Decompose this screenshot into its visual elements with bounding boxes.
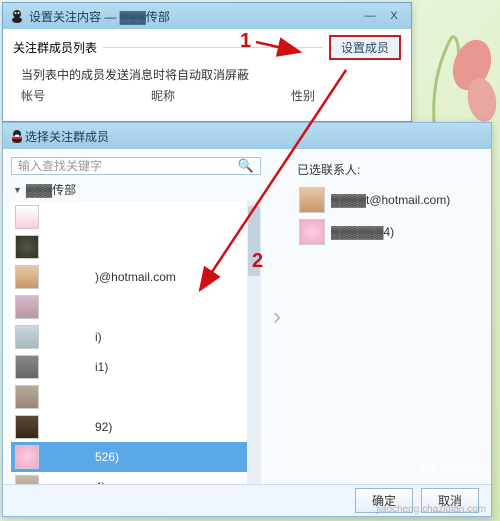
list-item[interactable]: i) [11,322,247,352]
list-item[interactable]: )@hotmail.com [11,262,247,292]
list-item[interactable]: i1) [11,352,247,382]
col-nickname: 昵称 [151,87,291,104]
group-header[interactable]: ▼ ▓▓▓传部 [11,175,261,202]
qq-icon [9,8,25,24]
divider [103,47,323,48]
avatar [299,219,325,245]
item-label: )@hotmail.com [45,270,243,284]
avatar [15,265,39,289]
member-list-label: 关注群成员列表 [13,39,97,56]
avatar [15,355,39,379]
column-headers: 帐号 昵称 性别 [13,87,401,104]
avatar [15,235,39,259]
helper-text: 当列表中的成员发送消息时将自动取消屏蔽 [21,66,401,83]
avatar [15,325,39,349]
item-label: i) [45,330,243,344]
selected-label-text: ▓▓▓▓t@hotmail.com) [331,193,450,207]
list-item[interactable] [11,292,247,322]
settings-title: 设置关注内容 — ▓▓▓传部 [29,8,359,25]
settings-titlebar: 设置关注内容 — ▓▓▓传部 — X [3,3,411,29]
col-gender: 性别 [291,87,351,104]
selected-label: 已选联系人: [297,161,479,178]
close-button[interactable]: X [383,7,405,25]
item-label: 526) [45,450,243,464]
col-account: 帐号 [21,87,151,104]
selected-item[interactable]: ▓▓▓▓▓▓4) [297,216,479,248]
list-item[interactable]: 92) [11,412,247,442]
left-panel: 🔍 ▼ ▓▓▓传部 )@hotmail.comi)i1)92)526)4) [11,157,261,476]
search-box: 🔍 [11,157,261,175]
item-label: 92) [45,420,243,434]
selected-item[interactable]: ▓▓▓▓t@hotmail.com) [297,184,479,216]
minimize-button[interactable]: — [359,7,381,25]
avatar [299,187,325,213]
qq-icon [9,128,25,144]
avatar [15,445,39,469]
dialog-buttons: 确定 取消 [3,484,491,516]
collapse-icon: ▼ [13,185,22,195]
selected-label-text: ▓▓▓▓▓▓4) [331,225,394,239]
avatar [15,205,39,229]
right-panel: 已选联系人: ▓▓▓▓t@hotmail.com) ▓▓▓▓▓▓4) [293,157,483,476]
ok-button[interactable]: 确定 [355,488,413,513]
select-title: 选择关注群成员 [25,128,485,145]
add-arrow-button[interactable]: › [273,303,281,331]
group-name: ▓▓▓传部 [26,181,76,198]
settings-window: 设置关注内容 — ▓▓▓传部 — X 关注群成员列表 设置成员 当列表中的成员发… [2,2,412,122]
set-members-button[interactable]: 设置成员 [329,35,401,60]
item-label: i1) [45,360,243,374]
list-item[interactable]: 526) [11,442,247,472]
avatar [15,415,39,439]
list-item[interactable] [11,382,247,412]
member-list: )@hotmail.comi)i1)92)526)4) [11,202,261,502]
avatar [15,385,39,409]
select-titlebar: 选择关注群成员 [3,123,491,149]
list-item[interactable] [11,202,247,232]
select-members-window: 选择关注群成员 🔍 ▼ ▓▓▓传部 )@hotmail.com i) i1) 92) 5… [2,122,492,517]
scrollbar-thumb[interactable] [248,206,260,276]
search-icon[interactable]: 🔍 [238,158,254,174]
search-input[interactable] [18,159,238,173]
cancel-button[interactable]: 取消 [421,488,479,513]
avatar [15,295,39,319]
list-item[interactable] [11,232,247,262]
